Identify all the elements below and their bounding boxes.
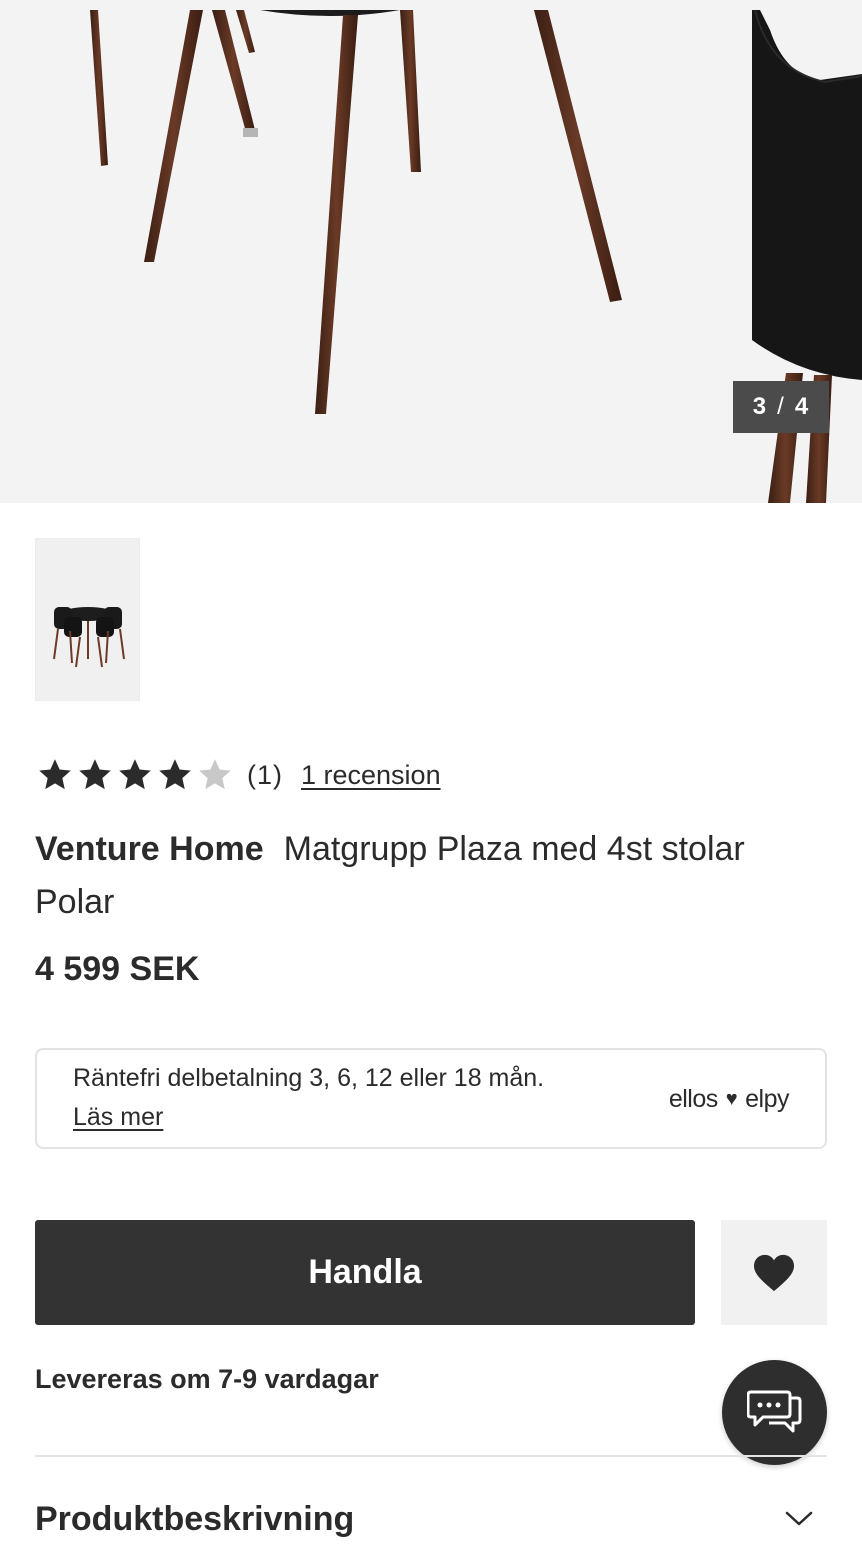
product-thumbnail[interactable] <box>35 538 140 701</box>
financing-text: Räntefri delbetalning 3, 6, 12 eller 18 … <box>73 1064 545 1092</box>
read-more-link[interactable]: Läs mer <box>73 1103 163 1132</box>
reviews-link[interactable]: 1 recension <box>301 760 441 791</box>
ellos-elpy-logo: ellos ♥ elpy <box>668 1085 790 1114</box>
star-filled-icon <box>79 759 111 790</box>
heart-icon: ♥ <box>725 1088 738 1110</box>
counter-separator: / <box>777 393 785 420</box>
favorite-button[interactable] <box>721 1220 827 1325</box>
rating-stars <box>37 757 237 793</box>
brand-name[interactable]: Venture Home <box>35 830 264 868</box>
heart-icon <box>754 1254 794 1291</box>
section-divider <box>35 1455 827 1457</box>
chat-button[interactable] <box>722 1360 827 1465</box>
logo-ellos: ellos <box>668 1085 718 1113</box>
product-image-gallery[interactable]: 3 / 4 <box>0 0 862 503</box>
product-description-header[interactable]: Produktbeskrivning <box>35 1500 354 1539</box>
dining-set-thumbnail-image <box>53 607 125 668</box>
star-empty-icon <box>199 759 231 790</box>
financing-box: Räntefri delbetalning 3, 6, 12 eller 18 … <box>35 1048 827 1149</box>
logo-elpy: elpy <box>745 1085 789 1113</box>
buy-button[interactable]: Handla <box>35 1220 695 1325</box>
star-filled-icon <box>159 759 191 790</box>
counter-current: 3 <box>752 393 768 420</box>
product-title: Venture Home Matgrupp Plaza med 4st stola… <box>35 823 825 929</box>
delivery-info: Levereras om 7-9 vardagar <box>35 1364 379 1394</box>
star-filled-icon <box>39 759 71 790</box>
chevron-down-icon[interactable] <box>784 1510 814 1528</box>
image-counter: 3 / 4 <box>733 381 829 433</box>
star-filled-icon <box>119 759 151 790</box>
rating-count: (1) <box>247 759 283 790</box>
chat-icon <box>746 1390 801 1432</box>
counter-total: 4 <box>794 393 810 420</box>
product-price: 4 599 SEK <box>35 950 200 988</box>
product-rating: (1) 1 recension <box>37 755 441 795</box>
